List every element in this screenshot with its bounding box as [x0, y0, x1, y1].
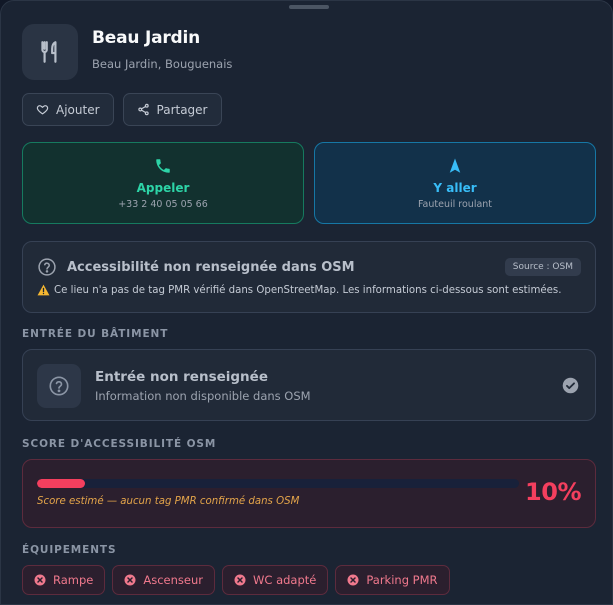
entrance-card: Entrée non renseignée Information non di…	[22, 349, 596, 421]
question-circle-icon	[37, 364, 81, 408]
call-label: Appeler	[136, 181, 190, 195]
call-button[interactable]: Appeler +33 2 40 05 05 66	[22, 142, 304, 224]
osm-status-title: Accessibilité non renseignée dans OSM	[67, 259, 355, 275]
phone-icon	[156, 159, 170, 173]
equipment-chip-ascenseur: Ascenseur	[112, 565, 216, 595]
heart-icon	[36, 105, 49, 115]
directions-label: Y aller	[433, 181, 477, 195]
equipment-label: WC adapté	[253, 573, 317, 587]
call-phone-number: +33 2 40 05 05 66	[118, 199, 208, 210]
x-circle-icon	[347, 574, 359, 586]
share-button[interactable]: Partager	[122, 93, 222, 126]
equipment-chip-parking: Parking PMR	[335, 565, 450, 595]
add-favorite-label: Ajouter	[56, 102, 100, 117]
x-circle-icon	[34, 574, 46, 586]
score-section-title: SCORE D'ACCESSIBILITÉ OSM	[22, 438, 217, 450]
equipment-label: Parking PMR	[366, 573, 438, 587]
directions-button[interactable]: Y aller Fauteuil roulant	[314, 142, 596, 224]
equipment-section-title: ÉQUIPEMENTS	[22, 544, 117, 556]
score-card: Score estimé — aucun tag PMR confirmé da…	[22, 459, 596, 528]
quick-actions: Ajouter Partager	[22, 93, 222, 126]
check-circle-icon	[562, 377, 579, 394]
equipment-label: Rampe	[53, 573, 94, 587]
place-title: Beau Jardin	[92, 28, 201, 48]
osm-warning-text: Ce lieu n'a pas de tag PMR vérifié dans …	[54, 284, 562, 296]
warning-icon	[37, 284, 50, 296]
x-circle-icon	[124, 574, 136, 586]
score-progress-fill	[37, 479, 86, 488]
entrance-section-title: ENTRÉE DU BÂTIMENT	[22, 328, 169, 340]
share-label: Partager	[156, 102, 208, 117]
drag-handle[interactable]	[289, 5, 329, 9]
place-header: Beau Jardin Beau Jardin, Bouguenais	[22, 24, 232, 80]
x-circle-icon	[234, 574, 246, 586]
score-note: Score estimé — aucun tag PMR confirmé da…	[37, 496, 300, 507]
entrance-subtitle: Information non disponible dans OSM	[95, 389, 311, 403]
equipment-chip-wc: WC adapté	[222, 565, 329, 595]
entrance-title: Entrée non renseignée	[95, 369, 268, 385]
share-icon	[137, 103, 149, 116]
osm-source-badge: Source : OSM	[504, 258, 581, 276]
add-favorite-button[interactable]: Ajouter	[22, 93, 114, 126]
osm-warning: Ce lieu n'a pas de tag PMR vérifié dans …	[37, 284, 561, 296]
osm-status-card: Accessibilité non renseignée dans OSM So…	[22, 241, 596, 313]
place-address: Beau Jardin, Bouguenais	[92, 57, 233, 71]
question-circle-icon	[38, 258, 56, 276]
place-sheet: Beau Jardin Beau Jardin, Bouguenais Ajou…	[0, 0, 613, 605]
score-value: 10%	[525, 478, 581, 506]
equipment-chip-rampe: Rampe	[22, 565, 106, 595]
fork-knife-icon	[22, 24, 78, 80]
equipment-label: Ascenseur	[143, 573, 204, 587]
directions-mode: Fauteuil roulant	[417, 199, 493, 210]
navigation-arrow-icon	[449, 158, 461, 173]
equipment-list: Rampe Ascenseur WC adapté Parking PMR	[22, 565, 450, 595]
score-progress-bar	[37, 479, 519, 488]
